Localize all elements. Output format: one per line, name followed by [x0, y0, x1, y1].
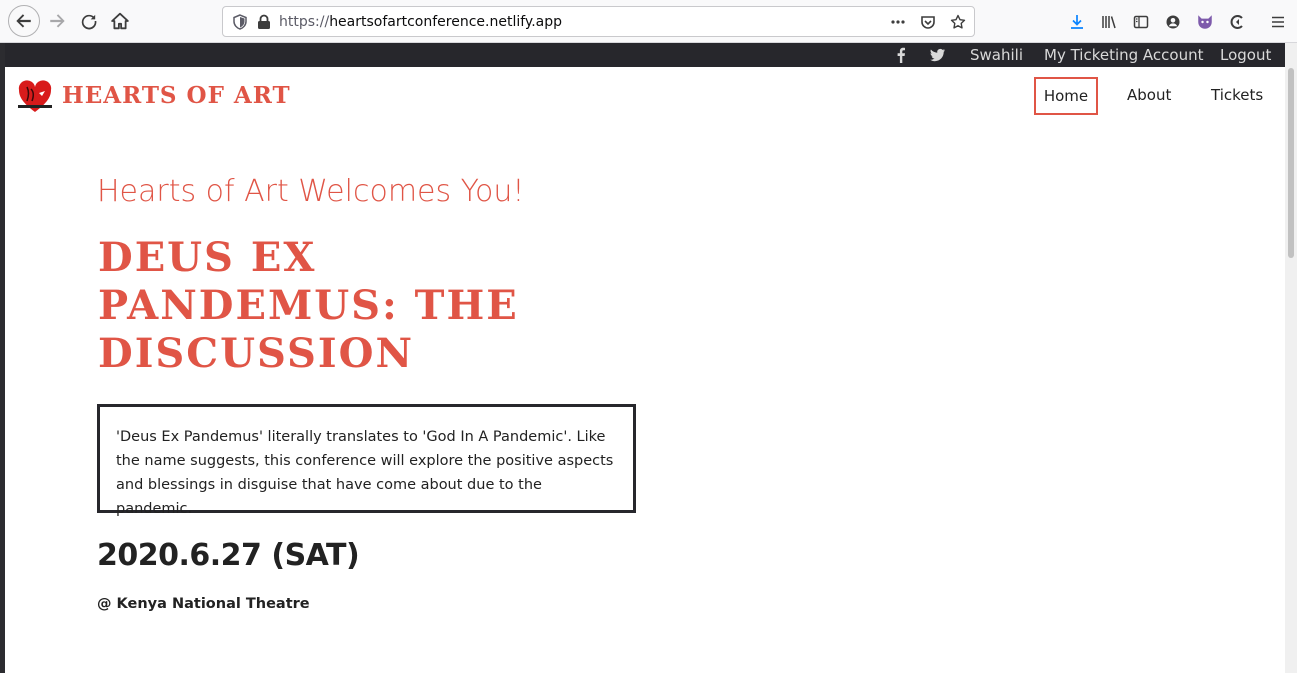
nav-home[interactable]: Home — [1034, 77, 1098, 115]
event-description: 'Deus Ex Pandemus' literally translates … — [116, 429, 614, 517]
window-edge — [0, 43, 5, 673]
browser-toolbar: https://heartsofartconference.netlify.ap… — [0, 0, 1297, 43]
arrow-right-icon — [50, 14, 65, 28]
library-icon[interactable] — [1099, 12, 1119, 32]
url-prefix: https:// — [279, 13, 330, 30]
extension-fox-icon[interactable] — [1195, 12, 1215, 32]
event-date: 2020.6.27 (SAT) — [97, 538, 360, 573]
site-topbar: Swahili My Ticketing Account Logout — [5, 43, 1285, 67]
site-logo-text[interactable]: Hearts of Art — [62, 82, 291, 109]
sidebar-icon[interactable] — [1131, 12, 1151, 32]
forward-button[interactable] — [42, 6, 72, 36]
event-venue: @ Kenya National Theatre — [97, 596, 310, 612]
extension-refresh-icon[interactable] — [1227, 12, 1247, 32]
lock-icon[interactable] — [257, 14, 271, 30]
home-button[interactable] — [105, 6, 135, 36]
url-bar[interactable]: https://heartsofartconference.netlify.ap… — [222, 6, 975, 37]
facebook-icon[interactable] — [893, 47, 909, 63]
arrow-left-icon — [16, 14, 31, 28]
page-actions-icon[interactable] — [888, 12, 908, 32]
nav-tickets[interactable]: Tickets — [1211, 86, 1263, 104]
account-icon[interactable] — [1163, 12, 1183, 32]
heart-logo-icon[interactable] — [17, 79, 53, 115]
site-header: Hearts of Art Home About Tickets — [5, 67, 1285, 127]
event-title: Deus Ex Pandemus: The Discussion — [98, 234, 519, 377]
description-box: 'Deus Ex Pandemus' literally translates … — [97, 404, 636, 517]
bookmark-star-icon[interactable] — [948, 12, 968, 32]
nav-about[interactable]: About — [1127, 86, 1171, 104]
ticketing-account-link[interactable]: My Ticketing Account — [1044, 46, 1204, 64]
downloads-icon[interactable] — [1067, 12, 1087, 32]
reload-button[interactable] — [74, 6, 104, 36]
url-host: heartsofartconference.netlify.app — [329, 13, 563, 30]
tracking-shield-icon[interactable] — [232, 13, 248, 30]
twitter-icon[interactable] — [929, 47, 946, 63]
url-text[interactable]: https://heartsofartconference.netlify.ap… — [279, 14, 562, 30]
reload-icon — [81, 14, 97, 30]
logout-link[interactable]: Logout — [1220, 46, 1271, 64]
house-icon — [111, 12, 129, 30]
back-button[interactable] — [8, 5, 40, 37]
pocket-icon[interactable] — [918, 12, 938, 32]
welcome-heading: Hearts of Art Welcomes You! — [97, 174, 525, 209]
language-link[interactable]: Swahili — [970, 46, 1023, 64]
page-scrollbar[interactable] — [1285, 43, 1297, 673]
scrollbar-thumb[interactable] — [1288, 68, 1294, 258]
hamburger-menu-icon[interactable] — [1268, 12, 1288, 32]
